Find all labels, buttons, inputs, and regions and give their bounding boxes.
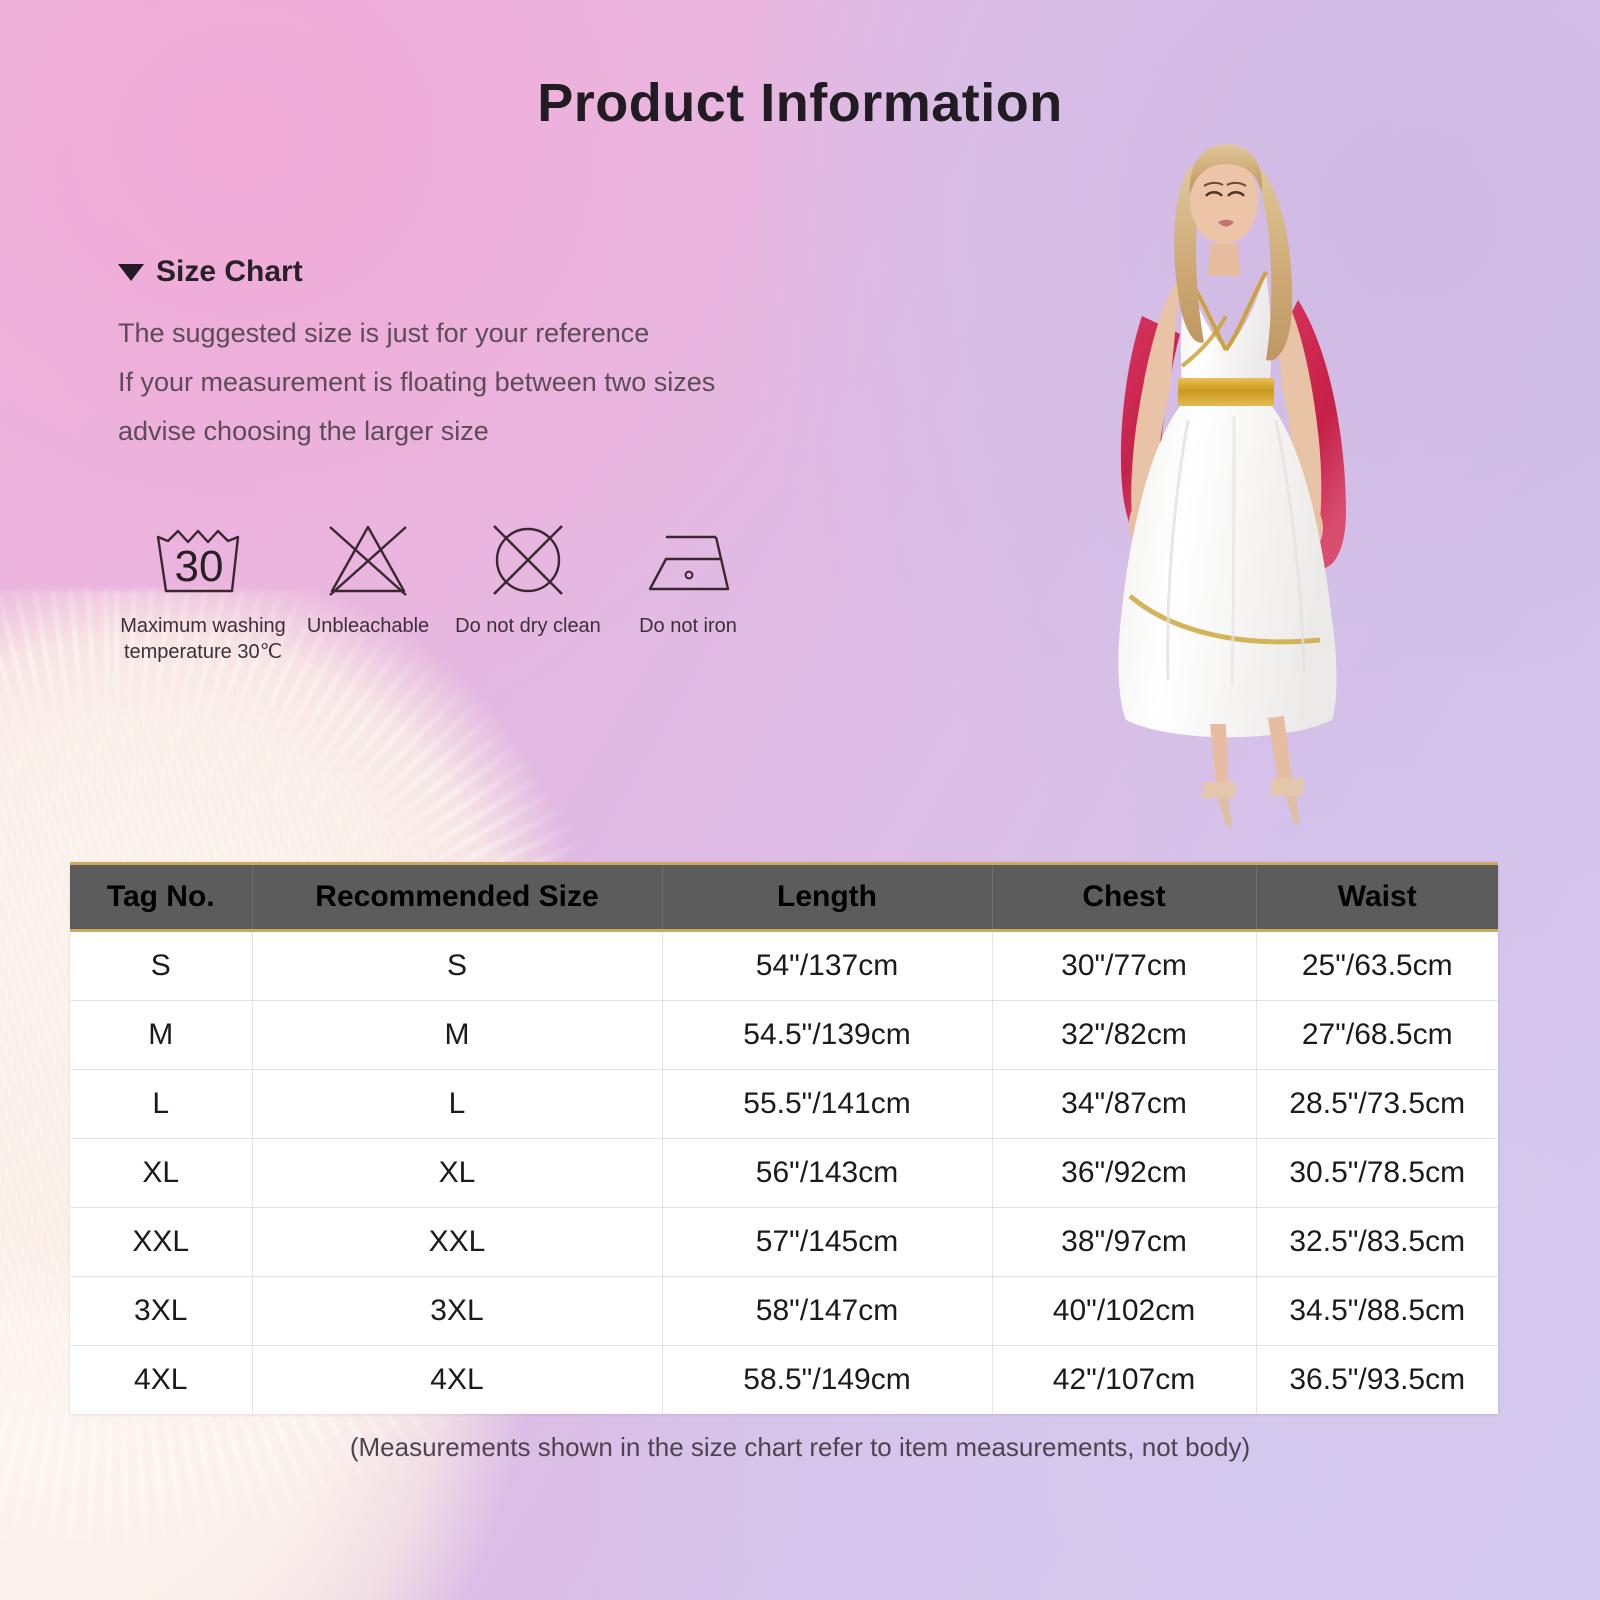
cell-length: 58"/147cm <box>662 1276 993 1346</box>
product-information-page: Product Information Size Chart The sugge… <box>0 0 1600 1600</box>
cell-waist: 25"/63.5cm <box>1256 930 1498 1001</box>
size-chart-heading-label: Size Chart <box>156 255 303 288</box>
table-row: XXL XXL 57"/145cm 38"/97cm 32.5"/83.5cm <box>70 1207 1498 1277</box>
no-dry-clean-icon <box>478 512 578 608</box>
cell-chest: 40"/102cm <box>992 1276 1257 1346</box>
cell-recommended: L <box>252 1069 663 1139</box>
care-symbol-label: Do not iron <box>639 615 737 637</box>
table-header-row: Tag No. Recommended Size Length Chest Wa… <box>70 862 1498 932</box>
cell-tag: XL <box>70 1138 253 1208</box>
cell-recommended: XL <box>252 1138 663 1208</box>
cell-tag: 4XL <box>70 1345 253 1414</box>
cell-recommended: 4XL <box>252 1345 663 1414</box>
cell-chest: 38"/97cm <box>992 1207 1257 1277</box>
cell-waist: 32.5"/83.5cm <box>1256 1207 1498 1277</box>
cell-length: 56"/143cm <box>662 1138 993 1208</box>
size-chart-section: Size Chart The suggested size is just fo… <box>118 255 878 456</box>
cell-waist: 27"/68.5cm <box>1256 1000 1498 1070</box>
size-chart-note-2: If your measurement is floating between … <box>118 367 716 398</box>
cell-chest: 42"/107cm <box>992 1345 1257 1414</box>
table-row: XL XL 56"/143cm 36"/92cm 30.5"/78.5cm <box>70 1138 1498 1208</box>
table-row: M M 54.5"/139cm 32"/82cm 27"/68.5cm <box>70 1000 1498 1070</box>
size-chart-table: Tag No. Recommended Size Length Chest Wa… <box>70 862 1498 1414</box>
product-model-photo <box>1020 120 1430 840</box>
cell-length: 58.5"/149cm <box>662 1345 993 1414</box>
care-symbol-label: Maximum washing temperature 30℃ <box>120 615 286 663</box>
measurement-footnote: (Measurements shown in the size chart re… <box>349 1432 1251 1462</box>
care-symbol-unbleachable: Unbleachable <box>288 512 448 640</box>
column-header-tag-no: Tag No. <box>70 862 253 932</box>
table-row: S S 54"/137cm 30"/77cm 25"/63.5cm <box>70 930 1498 1001</box>
cell-waist: 30.5"/78.5cm <box>1256 1138 1498 1208</box>
cell-chest: 34"/87cm <box>992 1069 1257 1139</box>
cell-waist: 34.5"/88.5cm <box>1256 1276 1498 1346</box>
cell-recommended: S <box>252 930 663 1001</box>
wash-tub-30-icon: 30 <box>144 512 262 608</box>
size-chart-heading[interactable]: Size Chart <box>118 255 878 289</box>
cell-length: 54"/137cm <box>662 930 993 1001</box>
cell-recommended: 3XL <box>252 1276 663 1346</box>
cell-waist: 36.5"/93.5cm <box>1256 1345 1498 1414</box>
care-symbol-no-iron: Do not iron <box>608 512 768 640</box>
column-header-length: Length <box>662 862 993 932</box>
table-row: 4XL 4XL 58.5"/149cm 42"/107cm 36.5"/93.5… <box>70 1345 1498 1414</box>
care-symbol-max-wash-temp: 30 Maximum washing temperature 30℃ <box>118 512 288 665</box>
care-symbol-no-dry-clean: Do not dry clean <box>448 512 608 640</box>
size-chart-note-3: advise choosing the larger size <box>118 416 489 447</box>
cell-chest: 32"/82cm <box>992 1000 1257 1070</box>
table-row: L L 55.5"/141cm 34"/87cm 28.5"/73.5cm <box>70 1069 1498 1139</box>
table-row: 3XL 3XL 58"/147cm 40"/102cm 34.5"/88.5cm <box>70 1276 1498 1346</box>
cell-tag: M <box>70 1000 253 1070</box>
no-iron-icon <box>638 512 738 608</box>
cell-chest: 36"/92cm <box>992 1138 1257 1208</box>
column-header-chest: Chest <box>992 862 1257 932</box>
care-symbol-label: Do not dry clean <box>455 615 601 637</box>
cell-length: 54.5"/139cm <box>662 1000 993 1070</box>
care-symbol-label: Unbleachable <box>306 615 430 637</box>
cell-tag: L <box>70 1069 253 1139</box>
svg-text:30: 30 <box>175 542 224 591</box>
cell-recommended: M <box>252 1000 663 1070</box>
cell-waist: 28.5"/73.5cm <box>1256 1069 1498 1139</box>
cell-recommended: XXL <box>252 1207 663 1277</box>
caret-down-icon <box>118 263 144 281</box>
cell-length: 57"/145cm <box>662 1207 993 1277</box>
size-chart-note-1: The suggested size is just for your refe… <box>118 318 650 348</box>
cell-tag: XXL <box>70 1207 253 1277</box>
column-header-waist: Waist <box>1256 862 1498 932</box>
cell-length: 55.5"/141cm <box>662 1069 993 1139</box>
cell-chest: 30"/77cm <box>992 930 1257 1001</box>
page-title: Product Information <box>537 73 1063 133</box>
care-symbols-row: 30 Maximum washing temperature 30℃ Unble… <box>118 512 768 665</box>
no-bleach-icon <box>318 512 418 608</box>
cell-tag: 3XL <box>70 1276 253 1346</box>
column-header-recommended-size: Recommended Size <box>252 862 663 932</box>
cell-tag: S <box>70 930 253 1001</box>
